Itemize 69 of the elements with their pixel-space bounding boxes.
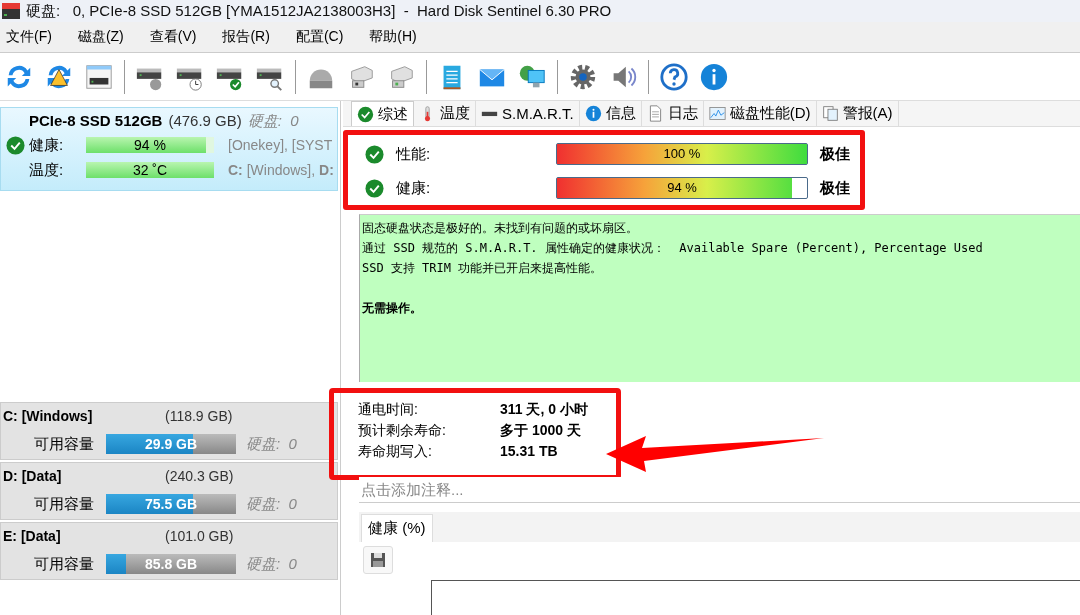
- menu-item[interactable]: 帮助(H): [369, 28, 417, 46]
- volume-size: (101.0 GB): [165, 528, 234, 544]
- description-text: 通过 SSD 规范的 S.M.A.R.T. 属性确定的健康状况： Available Spare (Percent), Percentage Used: [362, 240, 984, 257]
- info-label: 预计剩余寿命:: [358, 421, 447, 440]
- app-icon: [2, 3, 20, 19]
- menu-item[interactable]: 报告(R): [222, 28, 270, 46]
- info-value: 311 天, 0 小时: [500, 400, 588, 419]
- action-text: 无需操作。: [362, 300, 423, 317]
- menu-item[interactable]: 配置(C): [295, 28, 344, 46]
- disk-number: 硬盘: 0: [246, 434, 297, 454]
- info-label: 通电时间:: [358, 400, 419, 419]
- usage-bar: 85.8 GB: [106, 554, 236, 574]
- info-label: 寿命期写入:: [358, 442, 433, 461]
- volume-name: E: [Data]: [3, 528, 62, 544]
- volume-card[interactable]: D: [Data] (240.3 GB) 可用容量 75.5 GB 硬盘: 0: [0, 462, 338, 520]
- free-space-label: 可用容量: [34, 494, 95, 514]
- tab[interactable]: 信息: [579, 101, 642, 126]
- disk-number: 硬盘: 0: [246, 554, 297, 574]
- help-icon[interactable]: [659, 61, 689, 92]
- volume-card[interactable]: C: [Windows] (118.9 GB) 可用容量 29.9 GB 硬盘: 0: [0, 402, 338, 460]
- tab[interactable]: 温度: [414, 101, 476, 126]
- volume-name: D: [Data]: [3, 468, 63, 484]
- metric-label: 温度:: [29, 160, 65, 180]
- description-text: 固态硬盘状态是极好的。未找到有问题的或坏扇区。: [362, 220, 639, 237]
- graph-icon: [708, 105, 726, 122]
- metric-label: 性能:: [394, 144, 432, 164]
- volume-size: (240.3 GB): [165, 468, 234, 484]
- info-icon: [584, 105, 602, 122]
- usage-bar: 29.9 GB: [106, 434, 236, 454]
- tab[interactable]: 磁盘性能(D): [703, 101, 817, 126]
- partition-list: [Onekey], [SYST: [228, 137, 333, 153]
- note-field[interactable]: 点击添加注释...: [359, 477, 1080, 503]
- free-space-label: 可用容量: [34, 554, 95, 574]
- check-icon: [357, 105, 374, 123]
- meter-bar: 32 ˚C: [86, 162, 214, 178]
- disk-size: (476.9 GB): [168, 112, 242, 129]
- disk-card[interactable]: PCIe-8 SSD 512GB (476.9 GB) 硬盘: 0 健康: 94 % [Onekey], [SYST 温度: 32 ˚C C: [Windows], D:: [0, 107, 338, 191]
- partition-list: C: [Windows], D:: [228, 162, 334, 178]
- rating: 极佳: [820, 178, 850, 198]
- volume-name: C: [Windows]: [3, 408, 94, 424]
- volume-size: (118.9 GB): [165, 408, 233, 424]
- pages-icon: [821, 105, 839, 122]
- menu-item[interactable]: 磁盘(Z): [77, 28, 124, 46]
- info-icon[interactable]: [699, 61, 729, 92]
- usage-bar: 75.5 GB: [106, 494, 236, 514]
- meter-bar: 100 %: [556, 143, 808, 165]
- tab[interactable]: 警报(A): [816, 101, 899, 126]
- description-text: SSD 支持 TRIM 功能并已开启来提高性能。: [362, 260, 604, 277]
- menu-item[interactable]: 文件(F): [6, 28, 52, 46]
- meter-bar: 94 %: [86, 137, 214, 153]
- volume-card[interactable]: E: [Data] (101.0 GB) 可用容量 85.8 GB 硬盘: 0: [0, 522, 338, 580]
- meter-bar: 94 %: [556, 177, 808, 199]
- save-button[interactable]: [363, 546, 393, 574]
- info-value: 多于 1000 天: [500, 421, 581, 440]
- save-icon: [370, 552, 386, 568]
- rating: 极佳: [820, 144, 850, 164]
- tab[interactable]: 日志: [641, 101, 704, 126]
- disk-name: PCIe-8 SSD 512GB: [29, 112, 163, 129]
- disk-number: 硬盘: 0: [246, 494, 297, 514]
- free-space-label: 可用容量: [34, 434, 95, 454]
- menu-item[interactable]: 查看(V): [149, 28, 197, 46]
- info-value: 15.31 TB: [500, 442, 558, 461]
- disk-number: 硬盘: 0: [247, 112, 299, 131]
- metric-label: 健康:: [395, 178, 432, 198]
- tab[interactable]: 综述: [351, 101, 414, 126]
- metric-label: 健康:: [29, 135, 65, 155]
- tab[interactable]: S.M.A.R.T.: [476, 101, 580, 126]
- window-title: 硬盘: 0, PCIe-8 SSD 512GB [YMA1512JA2138003H3] - Hard Disk Sentinel 6.30 PRO: [26, 1, 612, 21]
- chart-tab[interactable]: 健康 (%): [361, 514, 433, 542]
